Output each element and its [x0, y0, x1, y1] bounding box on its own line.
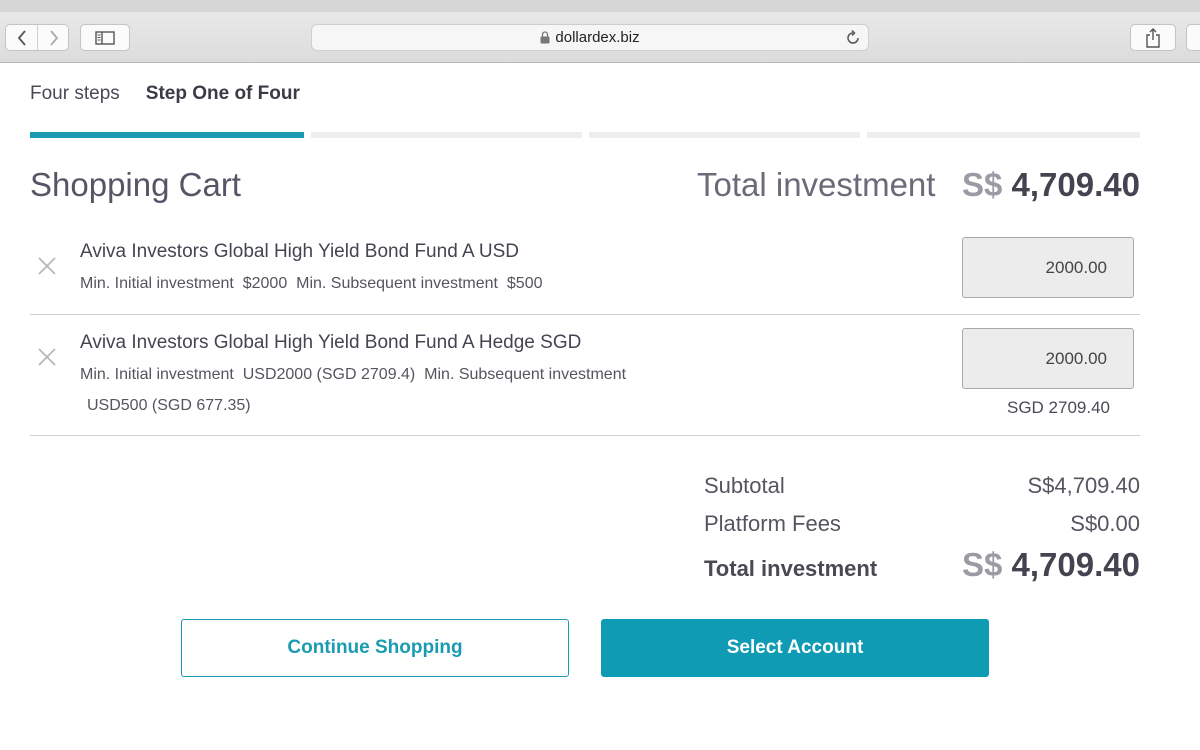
platform-fees-value: S$0.00	[1070, 511, 1140, 536]
item-divider	[30, 314, 1140, 315]
sidebar-icon	[95, 30, 115, 45]
fund-name: Aviva Investors Global High Yield Bond F…	[80, 332, 582, 353]
summary-total-value: S$ 4,709.40	[962, 546, 1140, 584]
total-investment-label: Total investment	[697, 166, 936, 203]
currency-symbol: S$	[961, 546, 1003, 583]
back-button[interactable]	[6, 25, 38, 50]
total-investment-amount: S$ 4,709.40	[962, 166, 1140, 204]
investment-amount-input[interactable]	[962, 237, 1134, 298]
item-divider	[30, 435, 1140, 436]
progress-segment-1	[30, 132, 304, 138]
progress-segment-4	[867, 132, 1140, 138]
back-arrow-icon	[17, 29, 26, 46]
forward-button[interactable]	[38, 25, 69, 50]
fund-min-investment: Min. Initial investment USD2000 (SGD 270…	[80, 366, 627, 383]
forward-arrow-icon	[49, 29, 58, 46]
current-step: Step One of Four	[145, 83, 300, 104]
browser-toolbar: dollardex.biz	[0, 0, 1200, 63]
close-icon	[38, 257, 56, 275]
steps-label: Four steps	[30, 83, 120, 104]
converted-amount: SGD 2709.40	[1006, 398, 1110, 417]
subtotal-value: S$4,709.40	[1027, 473, 1140, 498]
summary-total-amount: 4,709.40	[1011, 546, 1140, 583]
progress-segment-3	[589, 132, 860, 138]
currency-symbol: S$	[961, 166, 1003, 203]
total-amount-value: 4,709.40	[1011, 166, 1140, 203]
reload-icon	[847, 29, 859, 44]
share-button[interactable]	[1130, 24, 1176, 51]
platform-fees-label: Platform Fees	[704, 511, 841, 536]
fund-min-investment: Min. Initial investment $2000 Min. Subse…	[80, 275, 543, 292]
url-text: dollardex.biz	[555, 29, 640, 46]
select-account-button[interactable]: Select Account	[601, 619, 989, 677]
fund-name: Aviva Investors Global High Yield Bond F…	[80, 241, 520, 262]
remove-item-button[interactable]	[36, 255, 58, 277]
window-titlebar	[0, 0, 1200, 12]
navigation-buttons	[5, 24, 69, 51]
summary-total-label: Total investment	[704, 556, 878, 581]
lock-icon	[540, 31, 550, 44]
address-bar[interactable]: dollardex.biz	[311, 24, 869, 51]
share-icon	[1146, 27, 1160, 48]
investment-amount-input[interactable]	[962, 328, 1134, 389]
sidebar-toggle-button[interactable]	[80, 24, 130, 51]
continue-shopping-button[interactable]: Continue Shopping	[181, 619, 569, 677]
close-icon	[38, 348, 56, 366]
progress-segment-2	[311, 132, 582, 138]
tabs-button[interactable]	[1186, 24, 1200, 51]
remove-item-button[interactable]	[36, 346, 58, 368]
cart-item: Aviva Investors Global High Yield Bond F…	[30, 326, 1140, 436]
step-indicator: Four steps Step One of Four	[30, 80, 300, 108]
cart-item: Aviva Investors Global High Yield Bond F…	[30, 235, 1140, 315]
page-title: Shopping Cart	[30, 166, 241, 203]
subtotal-label: Subtotal	[704, 473, 785, 498]
reload-button[interactable]	[844, 29, 862, 47]
fund-min-subsequent: USD500 (SGD 677.35)	[87, 397, 251, 414]
address-content: dollardex.biz	[312, 25, 868, 50]
